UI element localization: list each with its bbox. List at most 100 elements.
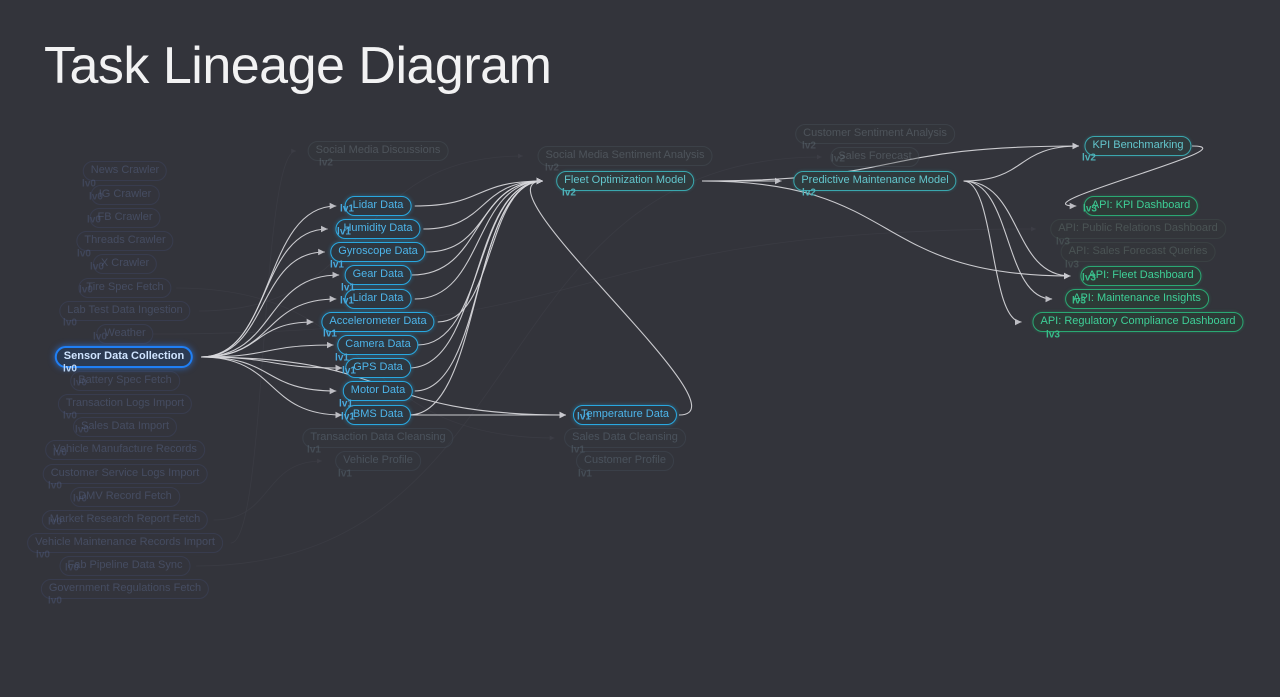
node-vehicle-maintenance-records-import[interactable]: Vehicle Maintenance Records Import: [27, 533, 223, 553]
node-label: API: KPI Dashboard: [1091, 199, 1191, 211]
node-label: DMV Record Fetch: [78, 490, 172, 502]
level-label-humidity-data: lv1: [337, 226, 351, 238]
edge-n9-to-n12: [414, 177, 544, 392]
level-label-sensor-data-collection: lv0: [63, 363, 77, 375]
node-accelerometer-data[interactable]: Accelerometer Data: [321, 312, 435, 332]
node-gyroscope-data[interactable]: Gyroscope Data: [330, 242, 426, 262]
node-label: Fleet Optimization Model: [564, 174, 686, 186]
level-label-bms-data: lv1: [341, 411, 355, 423]
node-fab-pipeline-data-sync[interactable]: Fab Pipeline Data Sync: [59, 556, 191, 576]
node-label: News Crawler: [90, 164, 160, 176]
level-label-market-research-report-fetch: lv0: [48, 516, 62, 528]
edge-n0-to-n10: [201, 356, 343, 419]
level-label-sales-forecast: lv2: [831, 153, 845, 165]
node-api-sales-forecast-queries[interactable]: API: Sales Forecast Queries: [1060, 242, 1216, 262]
level-label-vehicle-manufacture-records: lv0: [53, 447, 67, 459]
node-api-kpi-dashboard[interactable]: API: KPI Dashboard: [1083, 196, 1199, 216]
edge-n13-to-n17: [963, 180, 1053, 303]
node-fleet-optimization-model[interactable]: Fleet Optimization Model: [556, 171, 694, 191]
edge-n6-to-n12: [437, 177, 544, 323]
node-predictive-maintenance-model[interactable]: Predictive Maintenance Model: [793, 171, 957, 191]
node-camera-data[interactable]: Camera Data: [337, 335, 419, 355]
level-label-sales-data-cleansing: lv1: [571, 444, 585, 456]
node-label: Motor Data: [350, 384, 406, 396]
level-label-vehicle-profile: lv1: [338, 468, 352, 480]
node-api-regulatory-compliance-dashboard[interactable]: API: Regulatory Compliance Dashboard: [1032, 312, 1244, 332]
node-api-maintenance-insights[interactable]: API: Maintenance Insights: [1065, 289, 1209, 309]
level-label-kpi-benchmarking: lv2: [1082, 152, 1096, 164]
level-label-transaction-data-cleansing: lv1: [307, 444, 321, 456]
node-government-regulations-fetch[interactable]: Government Regulations Fetch: [40, 579, 210, 599]
node-label: Customer Profile: [584, 454, 666, 466]
node-api-fleet-dashboard[interactable]: API: Fleet Dashboard: [1080, 266, 1202, 286]
node-lidar-data[interactable]: Lidar Data: [344, 196, 412, 216]
node-label: API: Maintenance Insights: [1073, 292, 1201, 304]
node-label: Humidity Data: [343, 222, 413, 234]
level-label-gyroscope-data: lv1: [330, 259, 344, 271]
node-label: Threads Crawler: [84, 234, 166, 246]
edge-n0-to-n9: [201, 356, 337, 395]
level-label-threads-crawler: lv0: [77, 248, 91, 260]
node-kpi-benchmarking[interactable]: KPI Benchmarking: [1084, 136, 1192, 156]
edge-n0-to-n1: [201, 202, 337, 358]
node-customer-sentiment-analysis[interactable]: Customer Sentiment Analysis: [795, 124, 955, 144]
node-transaction-data-cleansing[interactable]: Transaction Data Cleansing: [302, 428, 454, 448]
edge-n13-to-n14: [963, 142, 1080, 182]
node-label: Temperature Data: [580, 408, 670, 420]
node-lab-test-data-ingestion[interactable]: Lab Test Data Ingestion: [59, 301, 191, 321]
edge-n0-to-n6: [201, 318, 314, 358]
diagram-canvas: Task Lineage Diagram Sensor Data Collect…: [0, 0, 1280, 697]
level-label-sales-data-import: lv0: [75, 424, 89, 436]
node-label: API: Public Relations Dashboard: [1058, 222, 1218, 234]
node-label: Market Research Report Fetch: [49, 513, 201, 525]
edge-n11-to-n12: [529, 177, 693, 416]
node-label: Social Media Discussions: [315, 144, 441, 156]
edge-n4-to-n12: [411, 177, 544, 276]
page-title: Task Lineage Diagram: [44, 37, 552, 95]
level-label-api-public-relations-dashboard: lv3: [1056, 236, 1070, 248]
node-label: Customer Service Logs Import: [50, 467, 200, 479]
node-label: Transaction Data Cleansing: [310, 431, 446, 443]
level-label-dmv-record-fetch: lv0: [73, 493, 87, 505]
node-social-media-sentiment-analysis[interactable]: Social Media Sentiment Analysis: [537, 146, 713, 166]
level-label-lab-test-data-ingestion: lv0: [63, 317, 77, 329]
node-label: Social Media Sentiment Analysis: [545, 149, 705, 161]
level-label-gear-data: lv1: [341, 282, 355, 294]
node-motor-data[interactable]: Motor Data: [342, 381, 414, 401]
level-label-vehicle-maintenance-records-import: lv0: [36, 549, 50, 561]
node-label: Vehicle Profile: [343, 454, 413, 466]
node-api-public-relations-dashboard[interactable]: API: Public Relations Dashboard: [1050, 219, 1226, 239]
node-label: IG Crawler: [98, 188, 152, 200]
node-label: Sales Data Import: [80, 420, 170, 432]
edge-d17-to-d33: [196, 154, 822, 567]
node-label: GPS Data: [353, 361, 403, 373]
level-label-gps-data: lv1: [342, 365, 356, 377]
level-label-api-regulatory-compliance-dashboard: lv3: [1046, 329, 1060, 341]
node-label: Customer Sentiment Analysis: [803, 127, 947, 139]
edge-n8-to-n12: [408, 177, 544, 369]
level-label-camera-data: lv1: [335, 352, 349, 364]
node-label: KPI Benchmarking: [1092, 139, 1184, 151]
level-label-news-crawler: lv0: [82, 178, 96, 190]
node-market-research-report-fetch[interactable]: Market Research Report Fetch: [41, 510, 209, 530]
edge-d8-to-d40: [153, 226, 1036, 335]
node-label: Lidar Data: [352, 292, 404, 304]
node-label: Battery Spec Fetch: [78, 374, 172, 386]
level-label-tire-spec-fetch: lv0: [79, 284, 93, 296]
level-label-customer-service-logs-import: lv0: [48, 480, 62, 492]
edge-n3-to-n12: [426, 177, 544, 253]
node-label: Weather: [104, 327, 146, 339]
node-label: Sales Forecast: [838, 150, 912, 162]
node-customer-service-logs-import[interactable]: Customer Service Logs Import: [42, 464, 208, 484]
node-label: Accelerometer Data: [329, 315, 427, 327]
edge-n0-to-n3: [201, 248, 325, 358]
node-label: Government Regulations Fetch: [48, 582, 202, 594]
node-label: Vehicle Maintenance Records Import: [35, 536, 215, 548]
node-vehicle-manufacture-records[interactable]: Vehicle Manufacture Records: [45, 440, 205, 460]
node-transaction-logs-import[interactable]: Transaction Logs Import: [57, 394, 193, 414]
level-label-battery-spec-fetch: lv0: [73, 377, 87, 389]
level-label-lidar-data: lv1: [340, 295, 354, 307]
level-label-api-fleet-dashboard: lv3: [1082, 272, 1096, 284]
edge-n10-to-n12: [408, 177, 544, 416]
edge-n12-to-n16: [701, 180, 1071, 280]
